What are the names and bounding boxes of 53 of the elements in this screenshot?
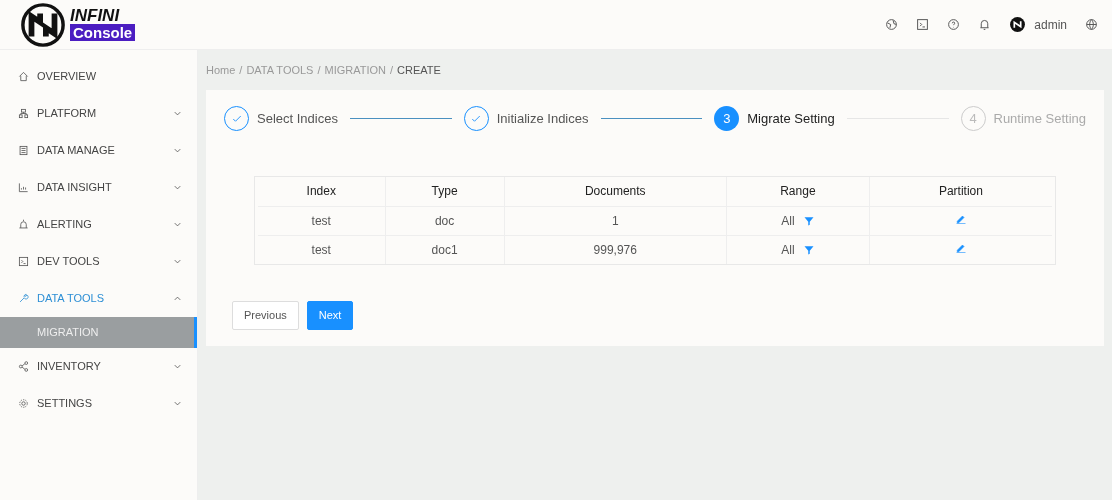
logo-icon — [20, 1, 66, 48]
logo-label: Console — [70, 23, 136, 41]
alarm-icon — [18, 219, 29, 230]
logo-text: INFINI — [70, 6, 121, 24]
column-header: Type — [385, 177, 505, 206]
avatar-icon — [1009, 16, 1027, 33]
column-header: Documents — [504, 177, 727, 206]
column-header: Index — [258, 177, 386, 206]
hierarchy-icon — [18, 108, 29, 119]
terminal-icon — [18, 256, 29, 267]
column-header: Range — [726, 177, 870, 206]
previous-button[interactable]: Previous — [232, 301, 299, 330]
breadcrumb-item: CREATE — [397, 62, 441, 78]
sidebar-item[interactable]: DATA TOOLS — [37, 290, 172, 307]
sidebar-item[interactable]: OVERVIEW — [37, 68, 183, 85]
sidebar-item[interactable]: INVENTORY — [37, 358, 172, 375]
house-icon — [18, 71, 29, 82]
step-label: Select Indices — [257, 109, 338, 128]
document-icon — [18, 145, 29, 156]
bell-icon — [978, 18, 992, 31]
table-cell: test — [258, 235, 386, 264]
breadcrumb-separator: / — [390, 62, 394, 78]
sidebar-item[interactable]: ALERTING — [37, 216, 172, 233]
sidebar-item[interactable]: SETTINGS — [37, 395, 172, 412]
step-indicator: 3 — [714, 106, 740, 131]
globe-icon — [885, 18, 899, 31]
table-cell: doc — [385, 206, 505, 235]
share-icon — [18, 361, 29, 372]
sidebar-item[interactable]: DATA INSIGHT — [37, 179, 172, 196]
table-cell: 999,976 — [504, 235, 727, 264]
breadcrumb-separator: / — [317, 62, 321, 78]
language-icon — [1085, 18, 1098, 31]
help-icon — [947, 18, 961, 31]
sidebar-item[interactable]: DEV TOOLS — [37, 253, 172, 270]
filter-icon — [802, 214, 815, 227]
terminal-icon — [916, 18, 930, 31]
column-header: Partition — [869, 177, 1052, 206]
range-value: All — [781, 212, 795, 230]
table-cell: 1 — [504, 206, 727, 235]
filter-icon — [802, 243, 815, 256]
step-label: Migrate Setting — [747, 109, 835, 128]
user-name[interactable]: admin — [1034, 15, 1067, 34]
step-label: Runtime Setting — [993, 109, 1086, 128]
chart-icon — [18, 182, 29, 193]
wrench-icon — [18, 293, 29, 304]
range-value: All — [781, 241, 795, 259]
sidebar-item[interactable]: DATA MANAGE — [37, 142, 172, 159]
table-cell: test — [258, 206, 386, 235]
breadcrumb-separator: / — [239, 62, 243, 78]
sidebar-item[interactable]: PLATFORM — [37, 105, 172, 122]
table-cell: doc1 — [385, 235, 505, 264]
step-label: Initialize Indices — [496, 109, 589, 128]
gear-icon — [18, 398, 29, 409]
